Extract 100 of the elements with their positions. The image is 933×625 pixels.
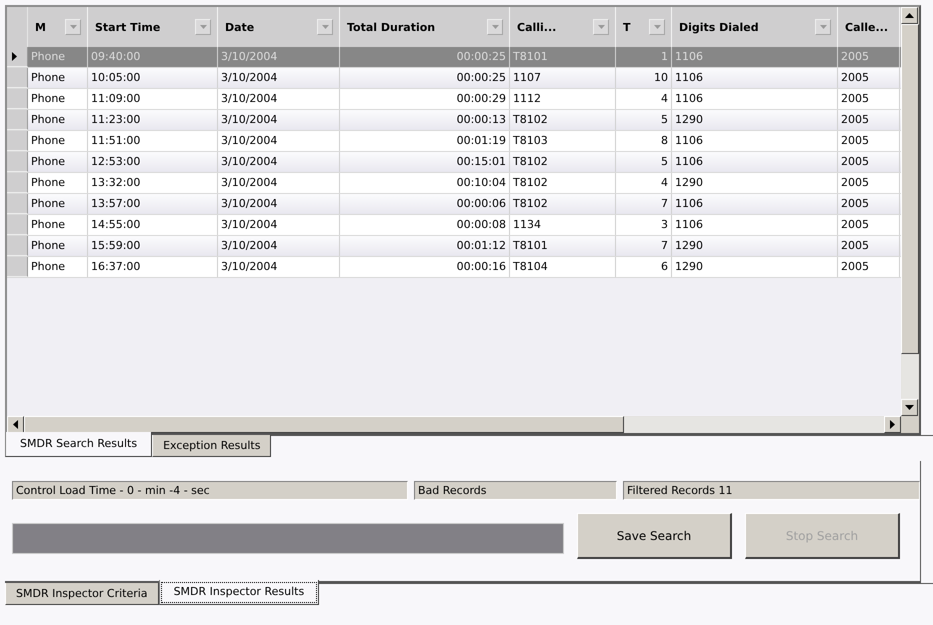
table-cell: 2005	[838, 173, 900, 193]
scroll-down-button[interactable]	[901, 399, 918, 416]
row-header[interactable]	[7, 47, 28, 67]
table-cell: 12:53:00	[88, 152, 218, 172]
table-row[interactable]: Phone 10:05:00 3/10/2004 00:00:25 1107 10 1106 2005	[7, 68, 901, 89]
filter-dropdown-button[interactable]	[649, 19, 665, 35]
table-cell: 3/10/2004	[218, 152, 340, 172]
table-cell: 8	[616, 131, 672, 151]
table-cell: 00:00:25	[340, 47, 510, 67]
table-cell: 3/10/2004	[218, 236, 340, 256]
table-cell: T8102	[510, 173, 616, 193]
filter-dropdown-button[interactable]	[815, 19, 831, 35]
status-field: Control Load Time - 0 - min -4 - sec	[12, 481, 408, 500]
table-cell: 1106	[672, 47, 838, 67]
table-cell: Phone	[28, 47, 88, 67]
scroll-right-button[interactable]	[884, 416, 901, 433]
table-cell: 2005	[838, 68, 900, 88]
table-cell: 2005	[838, 152, 900, 172]
table-cell: 1290	[672, 173, 838, 193]
tab[interactable]: SMDR Inspector Results	[158, 580, 320, 605]
table-cell: T8104	[510, 257, 616, 277]
table-cell: Phone	[28, 131, 88, 151]
filter-dropdown-button[interactable]	[487, 19, 503, 35]
table-row[interactable]: Phone 13:32:00 3/10/2004 00:10:04 T8102 4 1290 2005	[7, 173, 901, 194]
table-cell: 09:40:00	[88, 47, 218, 67]
table-cell: 00:00:13	[340, 110, 510, 130]
table-cell: 10:05:00	[88, 68, 218, 88]
table-cell: 1106	[672, 131, 838, 151]
table-cell: 4	[616, 89, 672, 109]
current-row-icon	[12, 52, 17, 61]
table-cell: 1106	[672, 215, 838, 235]
table-cell: 3/10/2004	[218, 89, 340, 109]
table-cell: 3	[616, 215, 672, 235]
table-cell: Phone	[28, 194, 88, 214]
caret-icon	[200, 25, 206, 29]
save-button[interactable]: Save Search	[577, 513, 732, 559]
table-cell: 11:51:00	[88, 131, 218, 151]
table-row[interactable]: Phone 11:23:00 3/10/2004 00:00:13 T8102 5 1290 2005	[7, 110, 901, 131]
table-cell: 00:15:01	[340, 152, 510, 172]
table-cell: 5	[616, 152, 672, 172]
table-cell: 2005	[838, 47, 900, 67]
table-cell: 00:00:06	[340, 194, 510, 214]
filter-dropdown-button[interactable]	[593, 19, 609, 35]
filter-dropdown-button[interactable]	[317, 19, 333, 35]
caret-icon	[598, 25, 604, 29]
table-cell: 2005	[838, 131, 900, 151]
table-cell: 16:37:00	[88, 257, 218, 277]
table-cell: T8101	[510, 236, 616, 256]
table-row[interactable]: Phone 11:51:00 3/10/2004 00:01:19 T8103 8 1106 2005	[7, 131, 901, 152]
table-row[interactable]: Phone 15:59:00 3/10/2004 00:01:12 T8101 7 1290 2005	[7, 236, 901, 257]
filter-dropdown-button[interactable]	[65, 19, 81, 35]
table-cell: 5	[616, 110, 672, 130]
table-row[interactable]: Phone 14:55:00 3/10/2004 00:00:08 1134 3 1106 2005	[7, 215, 901, 236]
scroll-left-button[interactable]	[7, 416, 24, 433]
caret-icon	[492, 25, 498, 29]
table-cell: 3/10/2004	[218, 110, 340, 130]
table-cell: 1290	[672, 236, 838, 256]
table-cell: 3/10/2004	[218, 257, 340, 277]
caret-icon	[70, 25, 76, 29]
table-cell: 1	[616, 47, 672, 67]
table-row[interactable]: Phone 11:09:00 3/10/2004 00:00:29 1112 4 1106 2005	[7, 89, 901, 110]
table-cell: 7	[616, 194, 672, 214]
table-cell: 14:55:00	[88, 215, 218, 235]
caret-icon	[654, 25, 660, 29]
tab[interactable]: SMDR Search Results	[5, 432, 152, 457]
table-cell: 7	[616, 236, 672, 256]
status-field: Filtered Records 11	[622, 481, 920, 500]
table-cell: 2005	[838, 110, 900, 130]
table-cell: Phone	[28, 68, 88, 88]
table-cell: 3/10/2004	[218, 68, 340, 88]
table-cell: 00:00:16	[340, 257, 510, 277]
scroll-thumb[interactable]	[24, 416, 624, 433]
table-cell: 1290	[672, 110, 838, 130]
down-arrow-icon	[905, 405, 914, 410]
table-cell: 13:57:00	[88, 194, 218, 214]
table-cell: 1107	[510, 68, 616, 88]
table-cell: 3/10/2004	[218, 194, 340, 214]
table-cell: 2005	[838, 89, 900, 109]
table-cell: 00:01:19	[340, 131, 510, 151]
table-cell: 3/10/2004	[218, 215, 340, 235]
caret-icon	[820, 25, 826, 29]
table-cell: T8102	[510, 194, 616, 214]
table-row[interactable]: Phone 12:53:00 3/10/2004 00:15:01 T8102 5 1106 2005	[7, 152, 901, 173]
scroll-up-button[interactable]	[901, 7, 918, 24]
table-row[interactable]: Phone 16:37:00 3/10/2004 00:00:16 T8104 6 1290 2005	[7, 257, 901, 278]
filter-dropdown-button[interactable]	[195, 19, 211, 35]
table-cell: T8101	[510, 47, 616, 67]
left-arrow-icon	[13, 420, 18, 429]
table-cell: 1290	[672, 257, 838, 277]
tab[interactable]: SMDR Inspector Criteria	[5, 583, 159, 605]
scroll-thumb[interactable]	[901, 24, 919, 354]
table-cell: 1106	[672, 89, 838, 109]
vertical-scrollbar[interactable]	[901, 7, 919, 416]
table-row[interactable]: Phone 13:57:00 3/10/2004 00:00:06 T8102 7 1106 2005	[7, 194, 901, 215]
table-cell: Phone	[28, 257, 88, 277]
table-cell: 00:00:08	[340, 215, 510, 235]
tab[interactable]: Exception Results	[152, 435, 272, 457]
table-cell: 1112	[510, 89, 616, 109]
table-cell: T8102	[510, 152, 616, 172]
table-cell: Phone	[28, 152, 88, 172]
